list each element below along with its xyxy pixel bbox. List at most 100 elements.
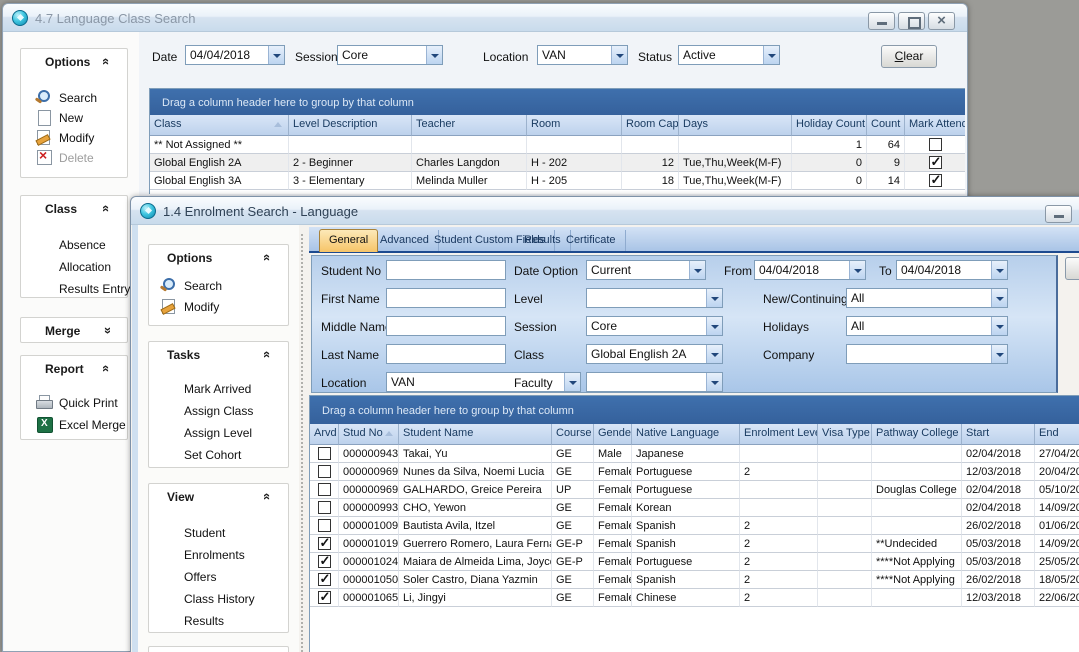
date-option-combo[interactable]: Current <box>586 260 706 280</box>
table-row[interactable]: 0000010507Soler Castro, Diana YazminGEFe… <box>310 571 1079 589</box>
to-date-combo[interactable]: 04/04/2018 <box>896 260 1008 280</box>
sidebar-item-offers[interactable]: Offers <box>184 568 216 586</box>
chevron-down-icon[interactable] <box>706 317 722 335</box>
row-checkbox[interactable] <box>318 591 331 604</box>
row-checkbox[interactable] <box>318 483 331 496</box>
row-checkbox[interactable] <box>929 156 942 169</box>
panel-merge-header[interactable]: Merge <box>21 318 127 344</box>
table-row[interactable]: Global English 3A3 - ElementaryMelinda M… <box>150 172 965 190</box>
column-header-mark-attendar[interactable]: Mark Attendar <box>905 115 965 136</box>
column-header-native-language[interactable]: Native Language <box>632 424 740 445</box>
student-no-input[interactable] <box>386 260 506 280</box>
row-checkbox[interactable] <box>318 519 331 532</box>
sidebar-item-modify[interactable]: Modify <box>59 129 94 147</box>
minimize-button[interactable] <box>1045 205 1072 223</box>
collapse-chevron-icon[interactable] <box>264 347 278 361</box>
table-row[interactable]: 0000009932CHO, YewonGEFemaleKorean02/04/… <box>310 499 1079 517</box>
column-header-course[interactable]: Course <box>552 424 594 445</box>
restore-button[interactable] <box>898 12 925 30</box>
column-header-class[interactable]: Class <box>150 115 289 136</box>
column-header-teacher[interactable]: Teacher <box>412 115 527 136</box>
column-header-student-name[interactable]: Student Name <box>399 424 552 445</box>
row-checkbox[interactable] <box>318 537 331 550</box>
chevron-down-icon[interactable] <box>268 46 284 64</box>
table-row[interactable]: 0000009696GALHARDO, Greice PereiraUPFema… <box>310 481 1079 499</box>
column-header-arvd[interactable]: Arvd <box>310 424 339 445</box>
chevron-down-icon[interactable] <box>991 261 1007 279</box>
sidebar-item-quick-print[interactable]: Quick Print <box>59 394 118 412</box>
session-combo[interactable]: Core <box>337 45 443 65</box>
sidebar-item-assign-class[interactable]: Assign Class <box>184 402 253 420</box>
sidebar-item-search[interactable]: Search <box>184 277 222 295</box>
table-row[interactable]: 0000010244Maiara de Almeida Lima, JoyceG… <box>310 553 1079 571</box>
chevron-down-icon[interactable] <box>991 345 1007 363</box>
location-combo[interactable]: VAN <box>537 45 628 65</box>
middle-name-input[interactable] <box>386 316 506 336</box>
table-row[interactable]: 0000010658Li, JingyiGEFemaleChinese212/0… <box>310 589 1079 607</box>
collapse-chevron-icon[interactable] <box>103 361 117 375</box>
sidebar-item-student[interactable]: Student <box>184 524 225 542</box>
sidebar-item-mark-arrived[interactable]: Mark Arrived <box>184 380 251 398</box>
panel-report-header[interactable]: Report <box>21 356 127 382</box>
new-continuing-combo[interactable]: All <box>846 288 1008 308</box>
column-header-stud-no[interactable]: Stud No <box>339 424 399 445</box>
chevron-down-icon[interactable] <box>849 261 865 279</box>
clear-button-partial[interactable] <box>1065 257 1079 280</box>
panel-class-header[interactable]: Class <box>21 196 127 222</box>
row-checkbox[interactable] <box>318 573 331 586</box>
column-header-visa-type[interactable]: Visa Type <box>818 424 872 445</box>
first-name-input[interactable] <box>386 288 506 308</box>
status-combo[interactable]: Active <box>678 45 780 65</box>
chevron-down-icon[interactable] <box>991 317 1007 335</box>
table-row[interactable]: 0000010199Guerrero Romero, Laura FernaGE… <box>310 535 1079 553</box>
column-header-level-description[interactable]: Level Description <box>289 115 412 136</box>
sidebar-item-modify[interactable]: Modify <box>184 298 219 316</box>
group-by-band[interactable]: Drag a column header here to group by th… <box>150 89 965 115</box>
row-checkbox[interactable] <box>929 174 942 187</box>
chevron-down-icon[interactable] <box>611 46 627 64</box>
sidebar-item-results-entry[interactable]: Results Entry <box>59 280 130 298</box>
panel-tasks-header[interactable]: Tasks <box>149 342 288 368</box>
sidebar-item-search[interactable]: Search <box>59 89 97 107</box>
column-header-room-capacity[interactable]: Room Capacity <box>622 115 679 136</box>
chevron-down-icon[interactable] <box>991 289 1007 307</box>
from-date-combo[interactable]: 04/04/2018 <box>754 260 866 280</box>
sidebar-splitter[interactable] <box>300 233 305 652</box>
tab-general[interactable]: General <box>319 229 378 252</box>
faculty-combo[interactable] <box>586 372 723 392</box>
table-row[interactable]: 0000009693Nunes da Silva, Noemi LuciaGEF… <box>310 463 1079 481</box>
row-checkbox[interactable] <box>318 447 331 460</box>
sidebar-item-new[interactable]: New <box>59 109 83 127</box>
chevron-down-icon[interactable] <box>706 373 722 391</box>
minimize-button[interactable] <box>868 12 895 30</box>
row-checkbox[interactable] <box>318 465 331 478</box>
column-header-holiday-count[interactable]: Holiday Count <box>792 115 867 136</box>
collapse-chevron-icon[interactable] <box>103 54 117 68</box>
column-header-end[interactable]: End <box>1035 424 1079 445</box>
chevron-down-icon[interactable] <box>426 46 442 64</box>
collapse-chevron-icon[interactable] <box>103 201 117 215</box>
column-header-room[interactable]: Room <box>527 115 622 136</box>
holidays-combo[interactable]: All <box>846 316 1008 336</box>
sidebar-item-delete[interactable]: Delete <box>59 149 94 167</box>
chevron-down-icon[interactable] <box>706 345 722 363</box>
panel-view-header[interactable]: View <box>149 484 288 510</box>
panel-options-header[interactable]: Options <box>21 49 127 75</box>
column-header-pathway-college[interactable]: Pathway College <box>872 424 962 445</box>
column-header-count[interactable]: Count <box>867 115 905 136</box>
sidebar-item-class-history[interactable]: Class History <box>184 590 255 608</box>
column-header-enrolment-level[interactable]: Enrolment Level <box>740 424 818 445</box>
sidebar-item-enrolments[interactable]: Enrolments <box>184 546 245 564</box>
sidebar-item-results[interactable]: Results <box>184 612 224 630</box>
group-by-band[interactable]: Drag a column header here to group by th… <box>310 396 1079 424</box>
table-row[interactable]: Global English 2A2 - BeginnerCharles Lan… <box>150 154 965 172</box>
session-combo[interactable]: Core <box>586 316 723 336</box>
date-combo[interactable]: 04/04/2018 <box>185 45 285 65</box>
chevron-down-icon[interactable] <box>689 261 705 279</box>
class-combo[interactable]: Global English 2A <box>586 344 723 364</box>
table-row[interactable]: ** Not Assigned **164 <box>150 136 965 154</box>
column-header-start[interactable]: Start <box>962 424 1035 445</box>
sidebar-item-assign-level[interactable]: Assign Level <box>184 424 252 442</box>
clear-button[interactable]: Clear <box>881 45 937 68</box>
sidebar-item-allocation[interactable]: Allocation <box>59 258 111 276</box>
